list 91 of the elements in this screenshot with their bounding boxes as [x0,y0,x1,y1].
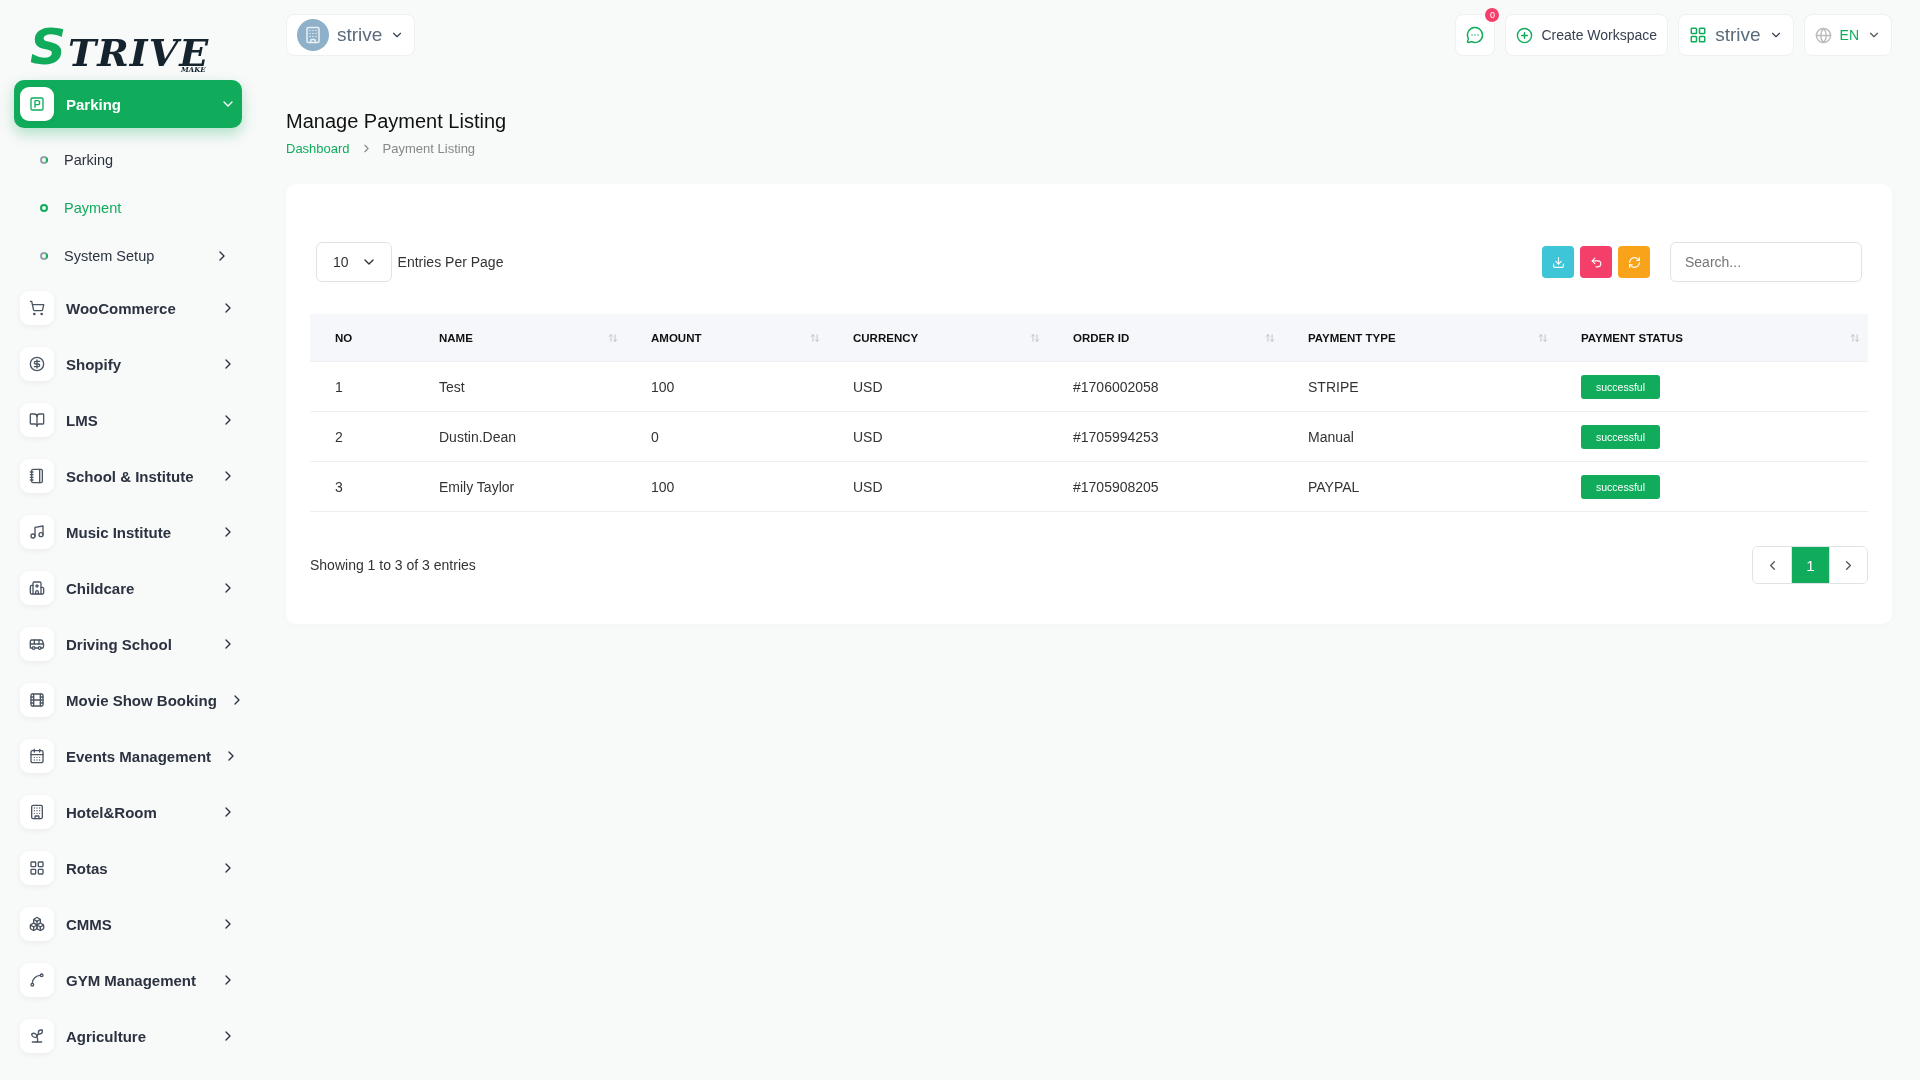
module-icon [20,515,54,549]
status-badge: successful [1581,374,1661,399]
sort-icon[interactable] [1265,332,1275,343]
module-icon [20,739,54,773]
table-cell-text: Manual [1307,428,1355,445]
current-page-label: Payment Listing [382,141,476,156]
notification-badge: 0 [1485,8,1500,22]
project-dropdown[interactable]: strive [1678,14,1794,56]
sidebar-item[interactable]: Childcare [14,560,242,616]
table-cell-text: Test [438,378,466,395]
sidebar-item[interactable]: Hotel&Room [14,784,242,840]
column-header[interactable]: PAYMENT STATUS [1581,331,1683,344]
module-icon [20,907,54,941]
column-header[interactable]: AMOUNT [651,331,702,344]
search-field[interactable]: Search... [1670,242,1862,282]
table-cell-text: 100 [650,378,676,395]
module-icon [20,403,54,437]
module-icon [20,627,54,661]
create-workspace-button[interactable]: Create Workspace [1505,14,1669,56]
sidebar-item[interactable]: Movie Show Booking [14,672,242,728]
module-icon [20,291,54,325]
bullet-icon [40,204,48,212]
table-cell-text: USD [852,478,884,495]
sidebar-item[interactable]: CMMS [14,896,242,952]
sort-icon[interactable] [1538,332,1548,343]
sidebar-item[interactable]: LMS [14,392,242,448]
module-icon [20,347,54,381]
refresh-button[interactable] [1618,246,1650,278]
table-cell-text: PAYPAL [1307,478,1361,495]
status-badge: successful [1581,424,1661,449]
bullet-icon [40,156,48,164]
module-icon [20,683,54,717]
sort-icon[interactable] [1030,332,1040,343]
column-header[interactable]: PAYMENT TYPE [1308,331,1396,344]
table-cell-text: 2 [334,428,344,445]
module-icon [20,795,54,829]
sidebar-item[interactable]: Shopify [14,336,242,392]
sidebar-item[interactable]: Events Management [14,728,242,784]
download-icon [1551,255,1565,269]
entries-label: Entries Per Page [397,254,504,270]
chat-button[interactable] [1455,14,1496,56]
workspace-dropdown[interactable]: strive [286,14,416,56]
module-icon [20,459,54,493]
module-icon [20,571,54,605]
module-icon [20,963,54,997]
sort-icon[interactable] [1850,332,1860,343]
entries-select[interactable]: 10 [316,242,392,282]
column-header[interactable]: CURRENCY [853,331,919,344]
column-header[interactable]: NO [335,331,353,344]
chat-icon [1466,26,1485,44]
sort-icon[interactable] [810,332,820,343]
sidebar-item[interactable]: Music Institute [14,504,242,560]
bullet-icon [40,252,48,260]
sidebar-item[interactable]: GYM Management [14,952,242,1008]
table-cell-text: 1 [334,378,344,395]
module-icon [20,87,54,121]
page-title: Manage Payment Listing [286,110,508,133]
sidebar-item[interactable]: Rotas [14,840,242,896]
sidebar-item[interactable]: WooCommerce [14,280,242,336]
table-cell-text: #1706002058 [1072,378,1160,395]
submenu-item[interactable]: Parking [14,136,242,184]
module-icon [20,851,54,885]
entries-summary: Showing 1 to 3 of 3 entries [310,557,476,573]
column-header[interactable]: NAME [439,331,473,344]
table-cell-text: STRIPE [1307,378,1360,395]
undo-icon [1589,255,1603,269]
status-badge: successful [1581,474,1661,499]
table-cell-text: #1705994253 [1072,428,1160,445]
sidebar-item[interactable]: Driving School [14,616,242,672]
table-cell-text: USD [852,428,884,445]
building-avatar-icon [297,19,329,51]
refresh-icon [1627,255,1641,269]
grid-icon [1689,26,1708,44]
table-cell-text: 0 [650,428,660,445]
column-header[interactable]: ORDER ID [1073,331,1130,344]
undo-button[interactable] [1580,246,1612,278]
table-cell-text: Emily Taylor [438,478,516,495]
next-page-button[interactable] [1829,547,1867,583]
sidebar-item[interactable]: Agriculture [14,1008,242,1064]
plus-circle-icon [1516,26,1534,44]
table-cell-text: USD [852,378,884,395]
download-button[interactable] [1542,246,1574,278]
sidebar-item[interactable]: School & Institute [14,448,242,504]
table-cell-text: #1705908205 [1072,478,1160,495]
submenu-item[interactable]: System Setup [14,232,242,280]
table-cell-text: 100 [650,478,676,495]
table-cell-text: Dustin.Dean [438,428,518,445]
globe-icon [1814,26,1832,44]
sort-icon[interactable] [608,332,618,343]
table-cell-text: 3 [334,478,344,495]
module-icon [20,1019,54,1053]
